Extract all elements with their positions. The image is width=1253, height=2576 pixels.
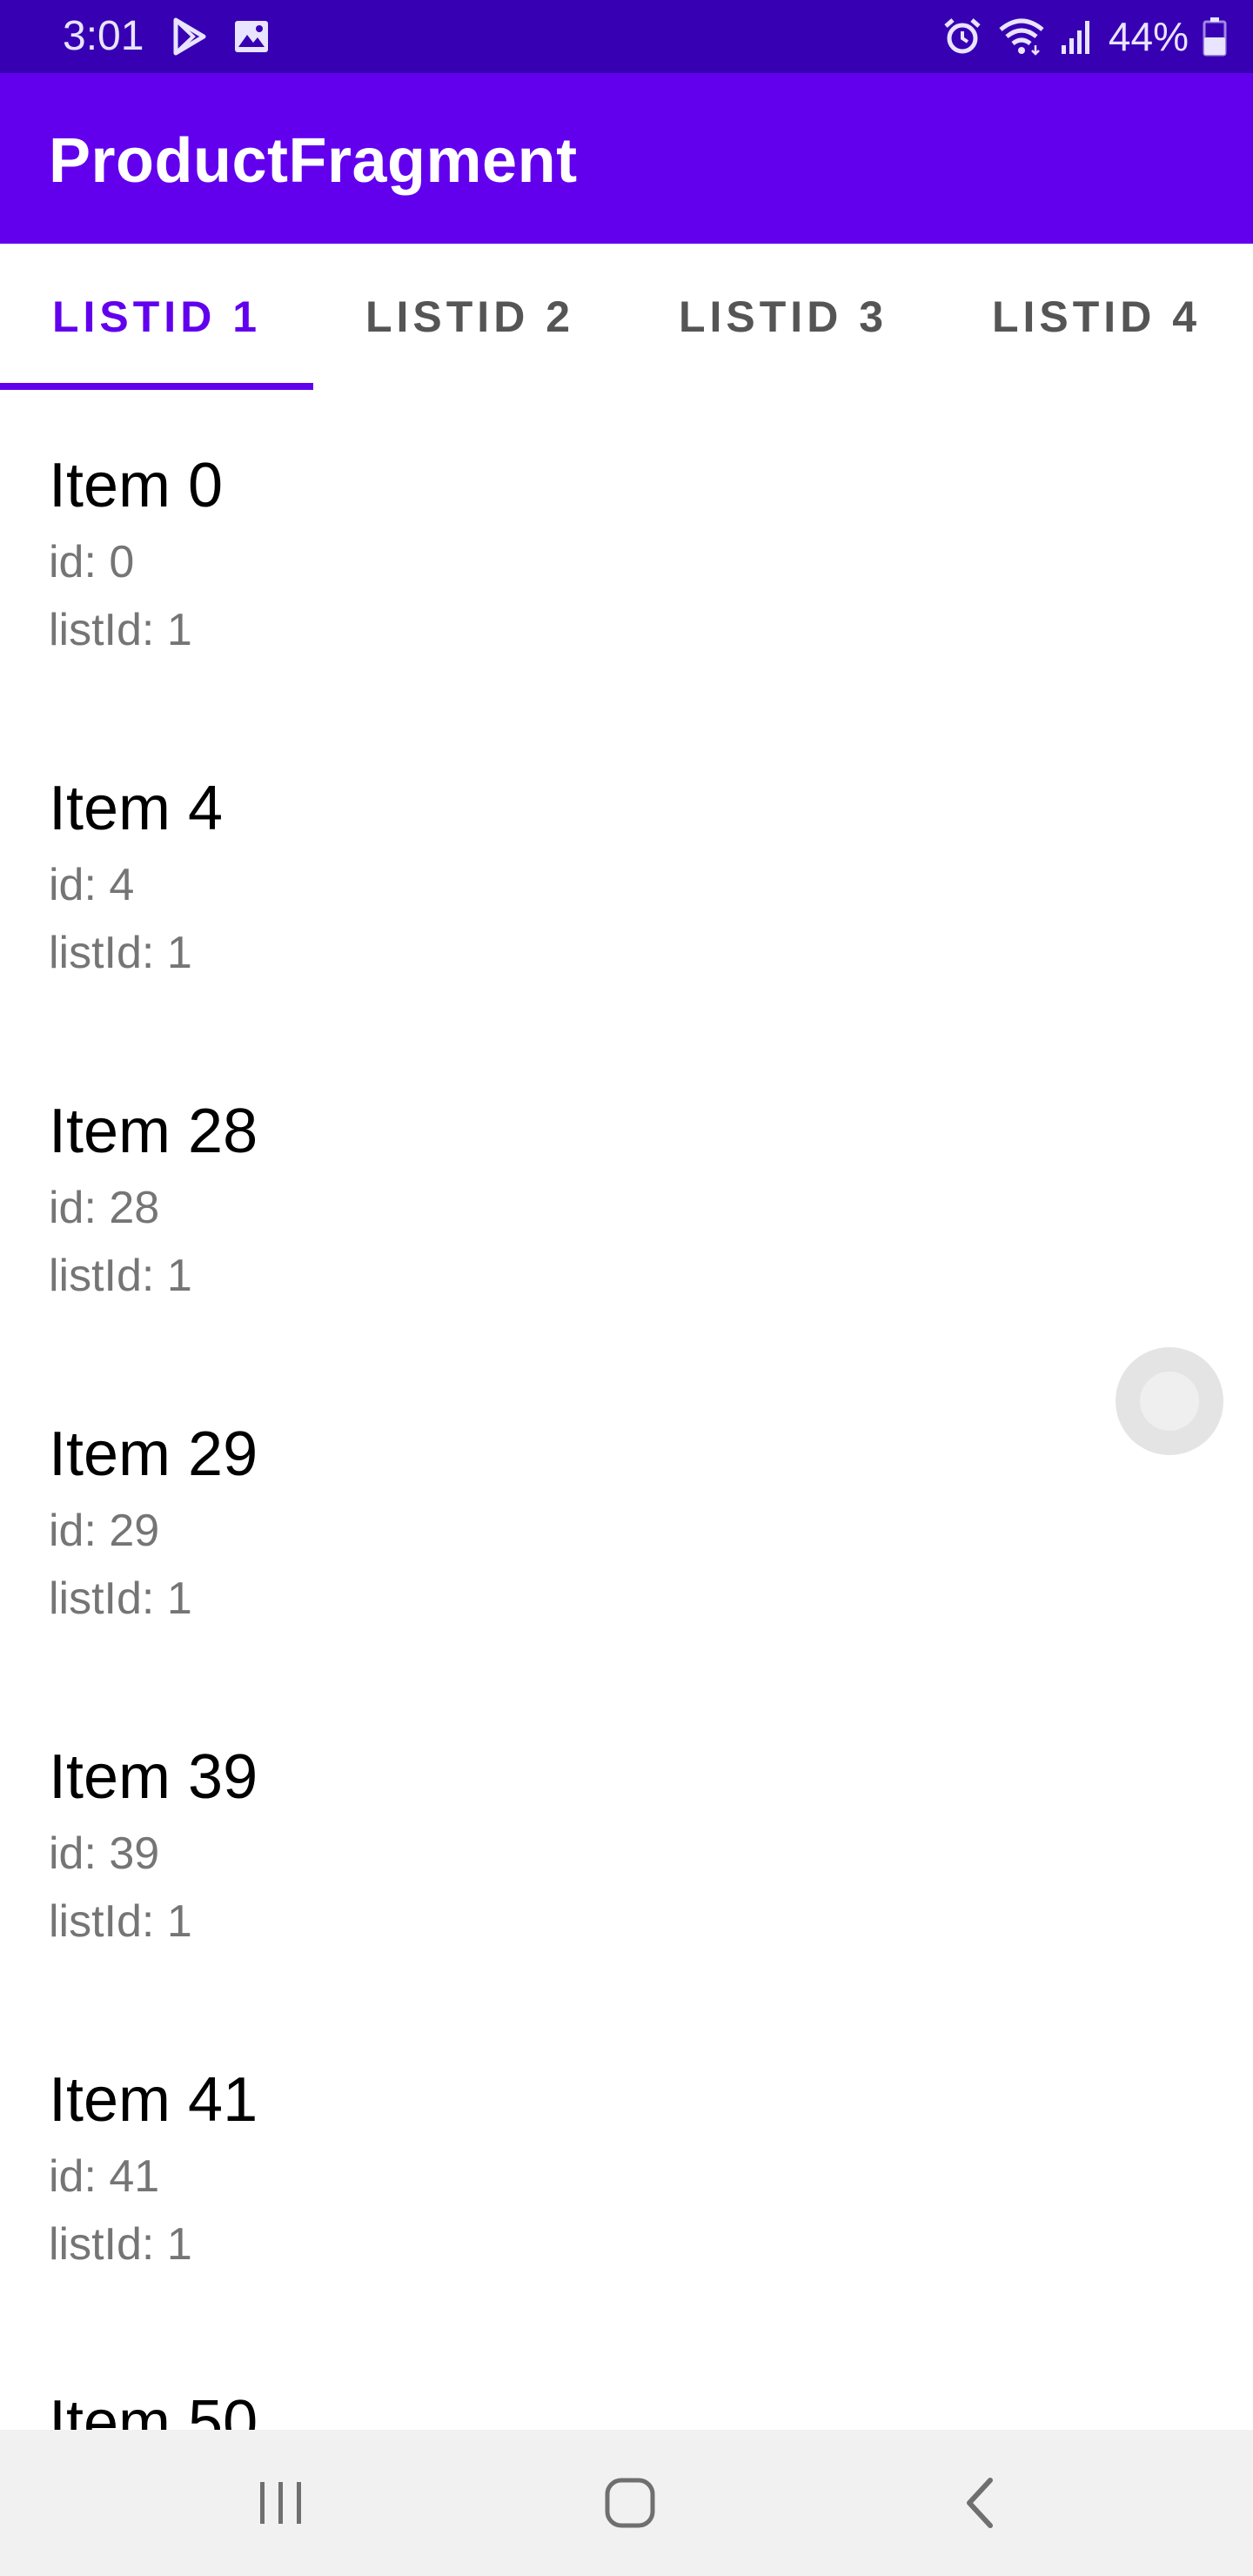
list-item[interactable]: Item 50 [0, 2327, 1253, 2430]
tab-listid-2[interactable]: LISTID 2 [313, 244, 626, 390]
item-title: Item 29 [49, 1419, 258, 1489]
list-item[interactable]: Item 0 id: 0 listId: 1 [0, 390, 1253, 713]
item-id: id: 0 [49, 537, 135, 587]
item-id: id: 41 [49, 2151, 160, 2202]
recents-button[interactable] [246, 2468, 316, 2538]
list-item[interactable]: Item 41 id: 41 listId: 1 [0, 2004, 1253, 2327]
recents-icon [246, 2468, 316, 2538]
list-item[interactable]: Item 4 id: 4 listId: 1 [0, 713, 1253, 1036]
item-list-id: listId: 1 [49, 928, 192, 978]
item-title: Item 39 [49, 1742, 258, 1812]
signal-icon [1060, 17, 1095, 56]
tab-listid-1[interactable]: LISTID 1 [0, 244, 313, 390]
tab-listid-3[interactable]: LISTID 3 [626, 244, 940, 390]
item-title: Item 41 [49, 2065, 258, 2135]
item-title: Item 50 [49, 2388, 258, 2430]
status-left-icons [172, 16, 270, 57]
app-bar: ProductFragment [0, 73, 1253, 244]
item-id: id: 39 [49, 1828, 160, 1879]
battery-icon [1203, 17, 1227, 57]
status-right-icons: 44% [941, 10, 1227, 63]
item-id: id: 29 [49, 1506, 160, 1556]
back-button[interactable] [947, 2468, 1016, 2538]
image-icon [233, 19, 270, 54]
wifi-icon [997, 16, 1046, 57]
list-item[interactable]: Item 29 id: 29 listId: 1 [0, 1358, 1253, 1681]
home-icon [595, 2468, 665, 2538]
alarm-icon [941, 16, 983, 57]
item-list-id: listId: 1 [49, 605, 192, 655]
navigation-bar [0, 2430, 1253, 2576]
item-list-id: listId: 1 [49, 1251, 192, 1301]
item-title: Item 0 [49, 451, 224, 520]
battery-percent: 44% [1108, 14, 1189, 59]
item-title: Item 4 [49, 774, 224, 843]
page-title: ProductFragment [49, 126, 578, 196]
tab-bar: LISTID 1 LISTID 2 LISTID 3 LISTID 4 [0, 244, 1253, 390]
item-list-id: listId: 1 [49, 1896, 192, 1947]
tab-indicator [0, 383, 313, 390]
list-item[interactable]: Item 28 id: 28 listId: 1 [0, 1036, 1253, 1358]
item-title: Item 28 [49, 1097, 258, 1166]
item-list-id: listId: 1 [49, 1573, 192, 1624]
tab-listid-4[interactable]: LISTID 4 [940, 244, 1253, 390]
item-id: id: 28 [49, 1183, 160, 1233]
back-icon [947, 2468, 1016, 2538]
status-bar: 3:01 44% [0, 0, 1253, 73]
list-item[interactable]: Item 39 id: 39 listId: 1 [0, 1681, 1253, 2004]
touch-indicator [1116, 1347, 1223, 1455]
home-button[interactable] [595, 2468, 665, 2538]
item-list[interactable]: Item 0 id: 0 listId: 1 Item 4 id: 4 list… [0, 390, 1253, 2430]
status-time: 3:01 [63, 13, 144, 59]
play-store-icon [172, 17, 207, 56]
item-id: id: 4 [49, 860, 135, 910]
item-list-id: listId: 1 [49, 2219, 192, 2270]
